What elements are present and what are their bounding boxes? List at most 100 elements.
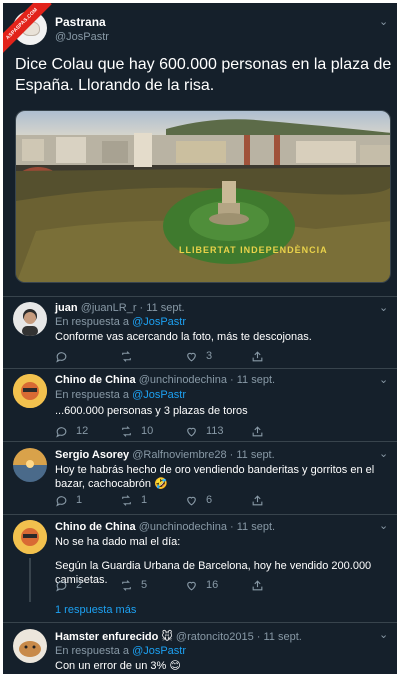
reply-text: ...600.000 personas y 3 plazas de toros (55, 405, 248, 417)
author-meta: @ratoncito2015 · 11 sept. (175, 631, 302, 643)
photo-caption: LLIBERTAT INDEPENDÈNCIA (179, 245, 328, 255)
share-icon (252, 425, 263, 436)
share-button[interactable] (251, 423, 264, 439)
reply-header: Hamster enfurecido 🐭 @ratoncito2015 · 11… (55, 630, 302, 643)
chevron-down-icon[interactable]: ⌄ (379, 447, 388, 460)
reply-button[interactable]: 2 (55, 577, 82, 593)
avatar[interactable] (13, 520, 47, 554)
reply-context: En respuesta a @JosPastr (55, 645, 186, 657)
retweet-icon (122, 350, 131, 362)
reply-tweet[interactable]: juan @juanLR_r · 11 sept. ⌄ En respuesta… (3, 297, 397, 368)
reply-text: Conforme vas acercando la foto, más te d… (55, 331, 312, 343)
tweet-thread-frame: ASPASPAS.COM Pastrana @JosPastr ⌄ Dice C… (0, 0, 400, 677)
like-button[interactable]: 3 (185, 348, 212, 364)
like-button[interactable]: 6 (185, 492, 212, 508)
avatar[interactable] (13, 629, 47, 663)
reply-header: Chino de China @unchinodechina · 11 sept… (55, 374, 275, 386)
chevron-down-icon[interactable]: ⌄ (379, 373, 388, 386)
mention-link[interactable]: @JosPastr (132, 389, 186, 401)
reply-text-line: No se ha dado mal el día: (55, 536, 181, 548)
retweet-count: 1 (141, 494, 148, 506)
retweet-count: 5 (141, 579, 148, 591)
author-name[interactable]: Pastrana (55, 15, 106, 29)
avatar[interactable] (13, 374, 47, 408)
retweet-button[interactable]: 10 (120, 423, 153, 439)
heart-icon (187, 427, 196, 436)
retweet-icon (122, 425, 131, 437)
show-more-replies-link[interactable]: 1 respuesta más (55, 604, 136, 616)
author-meta: @juanLR_r · 11 sept. (80, 302, 185, 314)
heart-icon (187, 496, 196, 505)
like-button[interactable]: 113 (185, 423, 224, 439)
action-bar: 3 (55, 348, 275, 364)
reply-icon (56, 580, 67, 591)
retweet-button[interactable] (120, 348, 141, 364)
chevron-down-icon[interactable]: ⌄ (379, 628, 388, 641)
reply-icon (56, 426, 67, 437)
action-bar: 1 1 6 (55, 492, 275, 508)
like-count: 6 (206, 494, 213, 506)
reply-header: Chino de China @unchinodechina · 11 sept… (55, 521, 275, 533)
chevron-down-icon[interactable]: ⌄ (379, 15, 388, 28)
author-name[interactable]: Chino de China (55, 374, 136, 386)
share-button[interactable] (251, 577, 264, 593)
author-name[interactable]: Chino de China (55, 521, 136, 533)
share-icon (252, 579, 263, 590)
reply-button[interactable]: 1 (55, 492, 82, 508)
like-count: 113 (206, 425, 224, 437)
reply-tweet[interactable]: Chino de China @unchinodechina · 11 sept… (3, 369, 397, 441)
reply-context-label: En respuesta a (55, 645, 129, 657)
thread-connector (29, 558, 31, 602)
author-meta: @Ralfnoviembre28 · 11 sept. (132, 449, 275, 461)
reply-context-label: En respuesta a (55, 389, 129, 401)
tweet-photo[interactable]: LLIBERTAT INDEPENDÈNCIA (15, 110, 391, 283)
reply-count: 1 (76, 494, 83, 506)
tweet-text: Dice Colau que hay 600.000 personas en l… (15, 56, 392, 94)
reply-icon (56, 351, 67, 362)
reply-icon (56, 495, 67, 506)
reply-button[interactable]: 12 (55, 423, 88, 439)
share-button[interactable] (251, 492, 264, 508)
reply-header: Sergio Asorey @Ralfnoviembre28 · 11 sept… (55, 449, 275, 461)
action-bar: 2 5 16 (55, 577, 275, 593)
author-meta: @unchinodechina · 11 sept. (138, 521, 276, 533)
reply-context: En respuesta a @JosPastr (55, 316, 186, 328)
reply-tweet[interactable]: Chino de China @unchinodechina · 11 sept… (3, 515, 397, 622)
reply-text: Con un error de un 3% 😊 (55, 660, 181, 672)
like-button[interactable]: 16 (185, 577, 218, 593)
action-bar: 12 10 113 (55, 423, 275, 439)
reply-button[interactable] (55, 348, 76, 364)
share-icon (252, 494, 263, 505)
crowd-photo-image: LLIBERTAT INDEPENDÈNCIA (16, 111, 390, 282)
main-tweet: ASPASPAS.COM Pastrana @JosPastr ⌄ Dice C… (3, 3, 397, 296)
reply-tweet[interactable]: Hamster enfurecido 🐭 @ratoncito2015 · 11… (3, 623, 397, 674)
reply-tweet[interactable]: Sergio Asorey @Ralfnoviembre28 · 11 sept… (3, 442, 397, 514)
reply-context-label: En respuesta a (55, 316, 129, 328)
mention-link[interactable]: @JosPastr (132, 316, 186, 328)
author-name[interactable]: juan (55, 302, 78, 314)
reply-count: 12 (76, 425, 89, 437)
retweet-icon (122, 579, 131, 591)
author-handle[interactable]: @JosPastr (55, 31, 109, 43)
reply-count: 2 (76, 579, 83, 591)
like-count: 16 (206, 579, 219, 591)
reply-text: Hoy te habrás hecho de oro vendiendo ban… (55, 464, 375, 490)
share-button[interactable] (251, 348, 264, 364)
heart-icon (187, 581, 196, 590)
mention-link[interactable]: @JosPastr (132, 645, 186, 657)
reply-header: juan @juanLR_r · 11 sept. (55, 302, 185, 314)
author-name[interactable]: Sergio Asorey (55, 449, 129, 461)
author-name[interactable]: Hamster enfurecido 🐭 (55, 631, 173, 643)
chevron-down-icon[interactable]: ⌄ (379, 519, 388, 532)
avatar[interactable] (13, 302, 47, 336)
heart-icon (187, 352, 196, 361)
like-count: 3 (206, 350, 213, 362)
author-meta: @unchinodechina · 11 sept. (138, 374, 276, 386)
retweet-button[interactable]: 5 (120, 577, 147, 593)
retweet-button[interactable]: 1 (120, 492, 147, 508)
retweet-count: 10 (141, 425, 154, 437)
retweet-icon (122, 494, 131, 506)
chevron-down-icon[interactable]: ⌄ (379, 301, 388, 314)
avatar[interactable] (13, 448, 47, 482)
reply-context: En respuesta a @JosPastr (55, 389, 186, 401)
